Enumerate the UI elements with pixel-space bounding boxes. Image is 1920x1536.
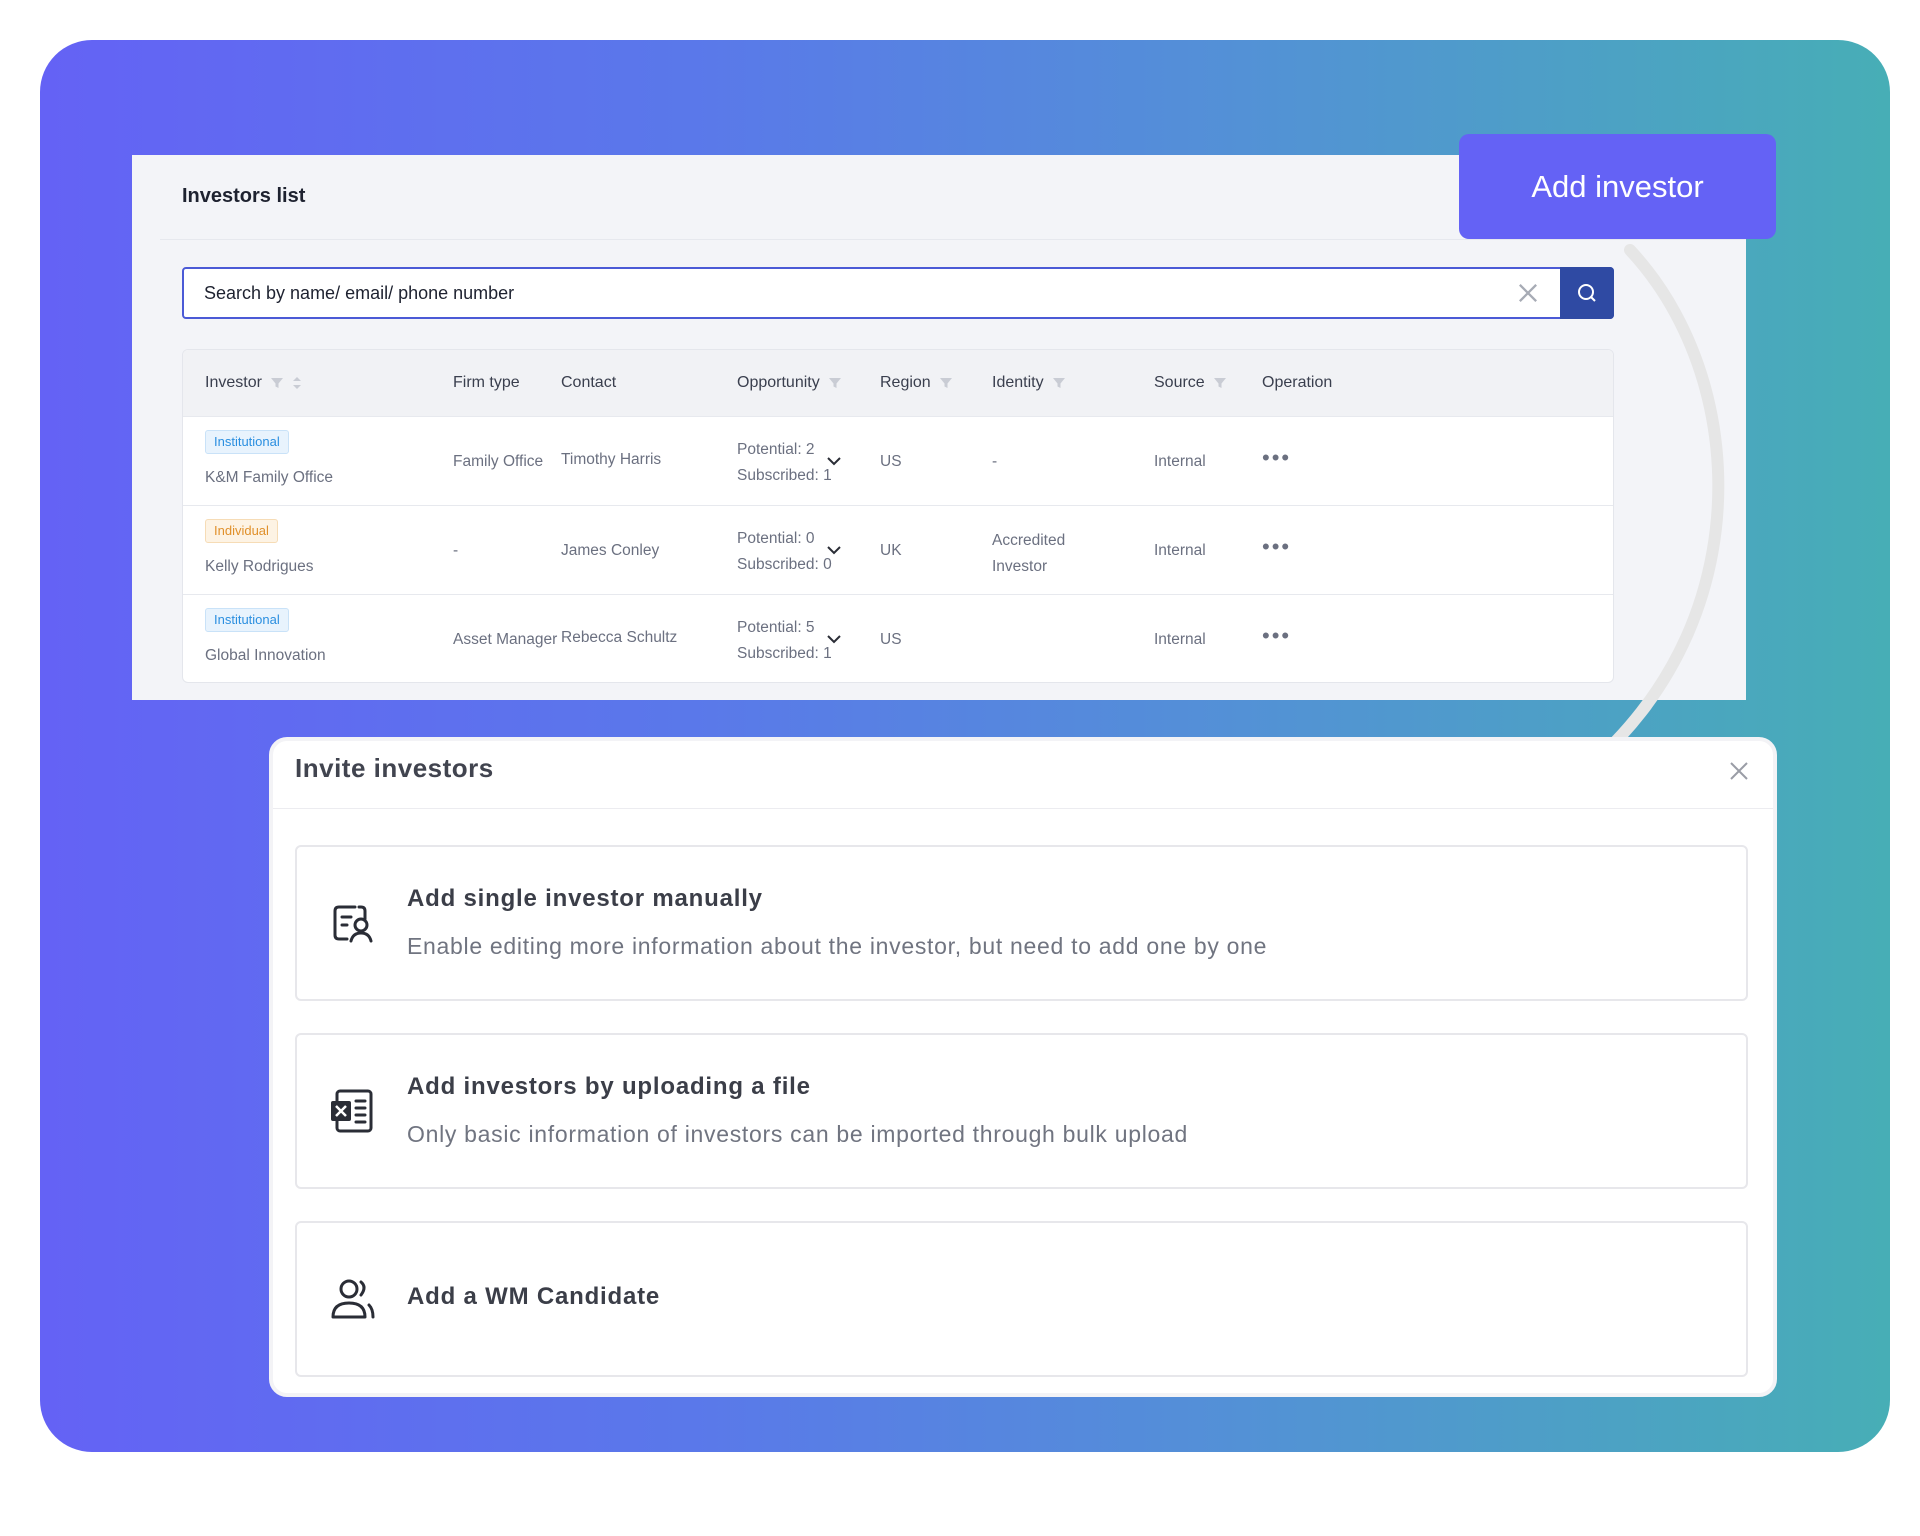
firm-type: Family Office <box>453 453 544 470</box>
sort-icon[interactable] <box>292 376 302 390</box>
subscribed-count: Subscribed: 1 <box>737 467 832 484</box>
identity-line-2: Investor <box>992 558 1048 575</box>
investor-type-badge: Institutional <box>205 430 289 454</box>
contact-name: Timothy Harris <box>561 451 662 468</box>
option-title: Add a WM Candidate <box>407 1283 661 1310</box>
investor-type-badge: Individual <box>205 519 278 543</box>
subscribed-count: Subscribed: 0 <box>737 556 832 573</box>
id-card-icon <box>333 905 373 943</box>
option-upload-file[interactable]: Add investors by uploading a file Only b… <box>295 1033 1748 1189</box>
option-title: Add investors by uploading a file <box>407 1073 811 1100</box>
more-actions-icon[interactable]: ••• <box>1262 623 1291 649</box>
add-investor-button[interactable]: Add investor <box>1459 134 1776 239</box>
invite-investors-modal: Invite investors Add single investor man… <box>269 737 1777 1397</box>
search-box <box>182 267 1614 319</box>
option-description: Only basic information of investors can … <box>407 1121 1188 1147</box>
filter-icon[interactable] <box>828 376 842 390</box>
chevron-down-icon[interactable] <box>826 633 842 645</box>
firm-type: - <box>453 542 459 559</box>
column-header-opportunity[interactable]: Opportunity <box>737 350 842 416</box>
region: US <box>880 631 902 648</box>
column-header-source[interactable]: Source <box>1154 350 1227 416</box>
modal-divider <box>273 808 1773 809</box>
close-icon[interactable] <box>1727 759 1751 783</box>
users-icon <box>331 1279 375 1319</box>
potential-count: Potential: 0 <box>737 530 815 547</box>
filter-icon[interactable] <box>270 376 284 390</box>
chevron-down-icon[interactable] <box>826 544 842 556</box>
table-row[interactable]: Institutional Global Innovation Asset Ma… <box>183 594 1613 682</box>
contact-name: Rebecca Schultz <box>561 629 678 646</box>
option-add-single-investor[interactable]: Add single investor manually Enable edit… <box>295 845 1748 1001</box>
identity: - <box>992 453 998 470</box>
investor-name: K&M Family Office <box>205 469 334 486</box>
potential-count: Potential: 5 <box>737 619 815 636</box>
excel-file-icon <box>331 1089 373 1133</box>
column-header-identity[interactable]: Identity <box>992 350 1066 416</box>
header-divider <box>160 239 1746 240</box>
source: Internal <box>1154 631 1206 648</box>
investor-type-badge: Institutional <box>205 608 289 632</box>
more-actions-icon[interactable]: ••• <box>1262 445 1291 471</box>
table-header: Investor Firm type Contact Opportunity R… <box>183 350 1613 416</box>
option-description: Enable editing more information about th… <box>407 933 1268 959</box>
filter-icon[interactable] <box>1213 376 1227 390</box>
column-header-region[interactable]: Region <box>880 350 953 416</box>
option-add-wm-candidate[interactable]: Add a WM Candidate <box>295 1221 1748 1377</box>
search-icon <box>1578 284 1596 302</box>
modal-title: Invite investors <box>295 753 494 783</box>
region: US <box>880 453 902 470</box>
investors-table: Investor Firm type Contact Opportunity R… <box>182 349 1614 683</box>
region: UK <box>880 542 902 559</box>
filter-icon[interactable] <box>1052 376 1066 390</box>
potential-count: Potential: 2 <box>737 441 815 458</box>
contact-name: James Conley <box>561 542 660 559</box>
option-title: Add single investor manually <box>407 885 763 912</box>
investor-name: Global Innovation <box>205 647 326 664</box>
source: Internal <box>1154 453 1206 470</box>
identity-line-1: Accredited <box>992 532 1066 549</box>
clear-icon[interactable] <box>1514 279 1542 307</box>
source: Internal <box>1154 542 1206 559</box>
column-header-operation: Operation <box>1262 374 1333 391</box>
more-actions-icon[interactable]: ••• <box>1262 534 1291 560</box>
table-row[interactable]: Individual Kelly Rodrigues - James Conle… <box>183 505 1613 595</box>
page-title: Investors list <box>182 185 306 207</box>
table-row[interactable]: Institutional K&M Family Office Family O… <box>183 416 1613 506</box>
column-header-contact: Contact <box>561 374 617 391</box>
investor-name: Kelly Rodrigues <box>205 558 314 575</box>
chevron-down-icon[interactable] <box>826 455 842 467</box>
column-header-investor[interactable]: Investor <box>205 350 302 416</box>
column-header-firm-type: Firm type <box>453 374 520 391</box>
subscribed-count: Subscribed: 1 <box>737 645 832 662</box>
filter-icon[interactable] <box>939 376 953 390</box>
search-button[interactable] <box>1560 267 1614 319</box>
search-input[interactable] <box>204 269 1504 317</box>
firm-type: Asset Manager <box>453 631 558 648</box>
